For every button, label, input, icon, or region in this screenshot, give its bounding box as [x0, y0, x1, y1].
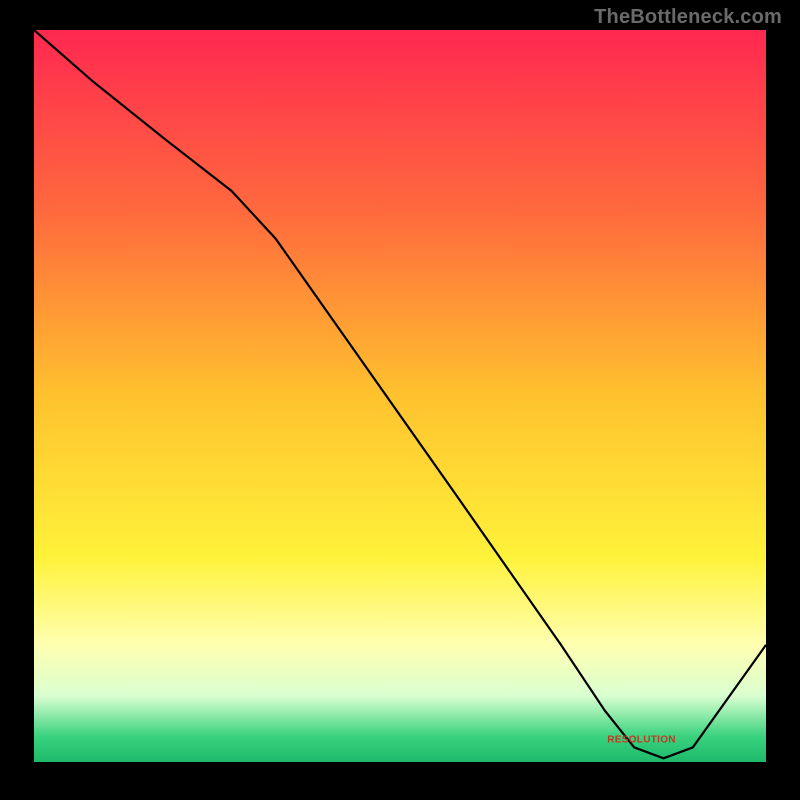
series-label: RESOLUTION — [607, 735, 676, 746]
watermark-text: TheBottleneck.com — [594, 6, 782, 29]
chart-container: TheBottleneck.com RESOLUTION — [0, 0, 800, 800]
plot-area: RESOLUTION — [34, 30, 766, 762]
chart-background — [34, 30, 766, 762]
chart-svg — [34, 30, 766, 762]
